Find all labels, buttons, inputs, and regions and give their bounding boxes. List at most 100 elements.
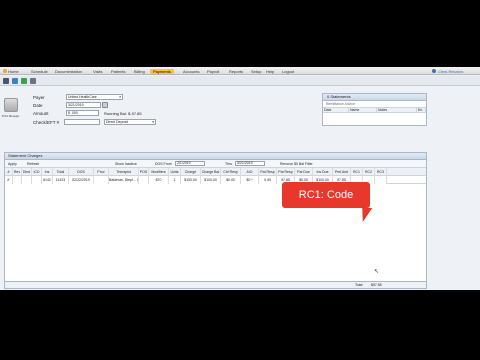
table-cell[interactable]: 6142 xyxy=(42,176,53,184)
check-label: Check/EFT # xyxy=(33,120,60,125)
column-header[interactable]: Total xyxy=(53,168,69,176)
row-select-checkbox[interactable]: ✔ xyxy=(5,176,13,184)
charges-grid-header: # Rev Dlnd ICD Ins Total DOS Prov Therapist POS Mo… xyxy=(5,168,426,176)
table-cell[interactable]: $70 xyxy=(149,176,169,184)
dos-thru-field[interactable]: 3/21/2019 xyxy=(235,161,265,166)
nav-documentation[interactable]: Documentation xyxy=(55,69,82,74)
date-field[interactable]: 3/21/2019 xyxy=(66,102,101,108)
charges-title: Statement Charges xyxy=(5,153,426,160)
column-header[interactable]: Prov xyxy=(94,168,109,176)
column-header[interactable]: RC2 xyxy=(363,168,375,176)
remove-filter-button[interactable]: Remove $0 Bal Filter xyxy=(280,162,313,166)
apply-button[interactable]: Apply xyxy=(8,162,17,166)
amount-field[interactable]: $ .000 xyxy=(66,110,99,116)
nav-reports[interactable]: Reports xyxy=(229,69,243,74)
dos-from-field[interactable]: 2/1/2019 xyxy=(175,161,205,166)
statements-col-name[interactable]: Name xyxy=(349,108,377,112)
column-header[interactable]: Units xyxy=(169,168,181,176)
table-cell[interactable]: 02/22/2019 xyxy=(69,176,94,184)
show-inactive-checkbox[interactable]: Show Inactive xyxy=(115,162,137,166)
user-avatar-icon xyxy=(432,69,436,73)
column-header[interactable]: Therapist xyxy=(109,168,139,176)
table-cell[interactable] xyxy=(139,176,149,184)
table-cell[interactable] xyxy=(22,176,32,184)
column-header[interactable]: Dlnd xyxy=(22,168,32,176)
statements-panel: 0 Statements Remittance Advice Date Name… xyxy=(322,93,427,126)
column-header[interactable]: Ins xyxy=(42,168,53,176)
column-header[interactable]: Pmt Amt xyxy=(333,168,351,176)
column-header[interactable]: ICD xyxy=(32,168,42,176)
column-header[interactable]: DOS xyxy=(69,168,94,176)
print-icon[interactable] xyxy=(30,78,36,84)
charges-total-bar: Total $97.85 xyxy=(5,281,426,288)
check-field[interactable] xyxy=(64,119,100,125)
table-cell[interactable]: $0.00 xyxy=(221,176,241,184)
thru-label: Thru xyxy=(225,161,233,166)
print-receipt-label: Print Receipt xyxy=(2,114,20,118)
statements-col-en[interactable]: En xyxy=(417,108,426,112)
nav-help[interactable]: Help xyxy=(266,69,274,74)
table-cell[interactable]: $0 * xyxy=(241,176,259,184)
column-header[interactable]: RC3 xyxy=(375,168,387,176)
column-header[interactable]: Charge Bal xyxy=(201,168,221,176)
running-balance: Running Bal: $-97.85 xyxy=(104,111,142,116)
table-cell[interactable]: Balderas, Stepf... 11 xyxy=(109,176,139,184)
nav-home[interactable]: Home xyxy=(8,69,19,74)
statements-title: 0 Statements xyxy=(323,94,426,101)
nav-billing[interactable]: Billing xyxy=(134,69,145,74)
save-icon[interactable] xyxy=(3,78,9,84)
column-header[interactable]: Pat Resp xyxy=(277,168,295,176)
column-header[interactable]: Rev xyxy=(13,168,22,176)
total-label: Total xyxy=(355,283,363,287)
table-cell[interactable] xyxy=(94,176,109,184)
home-icon[interactable] xyxy=(3,69,7,73)
nav-logout[interactable]: Logout xyxy=(282,69,294,74)
table-cell[interactable] xyxy=(375,176,387,184)
nav-setup[interactable]: Setup xyxy=(251,69,261,74)
payer-select[interactable]: United HealthCare xyxy=(66,94,123,100)
total-value: $97.85 xyxy=(371,283,382,287)
table-cell[interactable] xyxy=(32,176,42,184)
toolbar xyxy=(0,76,480,86)
dos-from-label: DOS From xyxy=(155,161,172,166)
nav-visits[interactable]: Visits xyxy=(93,69,102,74)
nav-patients[interactable]: Patients xyxy=(111,69,125,74)
nav-payroll[interactable]: Payroll xyxy=(207,69,219,74)
app-window: Home Schedule Documentation Visits Patie… xyxy=(0,67,480,290)
deposit-select[interactable]: Direct Deposit xyxy=(104,119,156,125)
column-header[interactable]: Charge xyxy=(181,168,201,176)
column-header[interactable]: Ctrl Resp xyxy=(221,168,241,176)
column-header[interactable]: A/O xyxy=(241,168,259,176)
refresh-icon[interactable] xyxy=(21,78,27,84)
user-name[interactable]: Chris Recaros xyxy=(438,69,463,74)
column-header[interactable]: POS xyxy=(139,168,149,176)
calendar-icon[interactable] xyxy=(102,102,108,108)
table-cell[interactable]: 1 xyxy=(169,176,181,184)
payer-label: Payer xyxy=(33,95,45,100)
column-header[interactable]: Ins Due xyxy=(313,168,333,176)
save-close-icon[interactable] xyxy=(12,78,18,84)
nav-accounts[interactable]: Accounts xyxy=(183,69,199,74)
nav-payments[interactable]: Payments xyxy=(150,68,174,74)
column-header[interactable]: # xyxy=(5,168,13,176)
column-header[interactable]: Pat Due xyxy=(295,168,313,176)
refresh-button[interactable]: Refresh xyxy=(27,162,39,166)
mouse-cursor-icon: ↖ xyxy=(374,269,380,275)
print-receipt-icon[interactable] xyxy=(4,98,18,112)
table-cell[interactable]: $100.00 xyxy=(181,176,201,184)
main-nav: Home Schedule Documentation Visits Patie… xyxy=(0,67,480,75)
statements-columns: Date Name Notes En xyxy=(323,107,426,113)
table-cell[interactable]: $100.00 xyxy=(201,176,221,184)
table-cell[interactable]: 11923 xyxy=(53,176,69,184)
column-header[interactable]: Modifiers xyxy=(149,168,169,176)
table-cell[interactable]: 0.99 xyxy=(259,176,277,184)
amount-label: Amount xyxy=(33,111,49,116)
statements-col-notes[interactable]: Notes xyxy=(377,108,417,112)
table-cell[interactable] xyxy=(13,176,22,184)
column-header[interactable]: RC1 xyxy=(351,168,363,176)
statements-col-date[interactable]: Date xyxy=(323,108,349,112)
annotation-callout: RC1: Code xyxy=(282,182,370,208)
column-header[interactable]: Pat Resp xyxy=(259,168,277,176)
date-label: Date xyxy=(33,103,43,108)
nav-schedule[interactable]: Schedule xyxy=(31,69,48,74)
